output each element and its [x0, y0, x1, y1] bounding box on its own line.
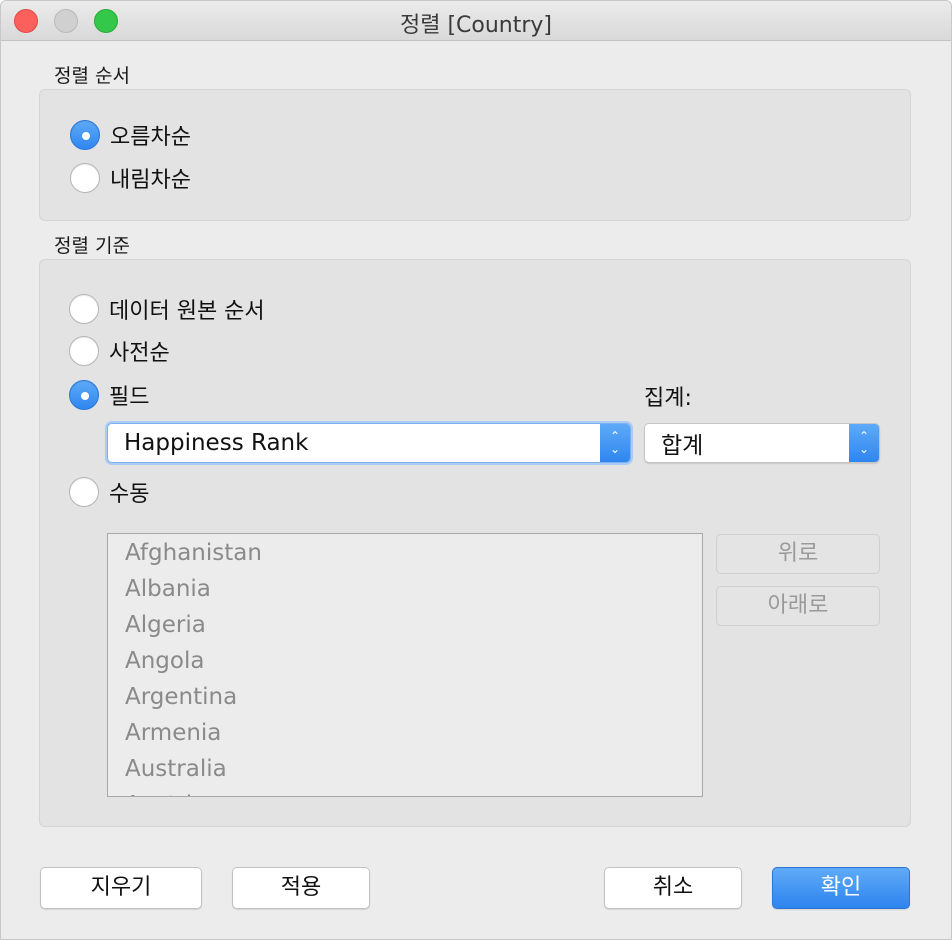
list-item[interactable]: Afghanistan	[108, 535, 702, 571]
move-down-button[interactable]: 아래로	[716, 586, 880, 626]
move-up-button[interactable]: 위로	[716, 534, 880, 574]
radio-manual-label: 수동	[109, 482, 150, 507]
radio-descending[interactable]: 내림차순	[70, 162, 191, 194]
aggregation-select-value: 합계	[661, 433, 704, 459]
manual-order-list[interactable]: Afghanistan Albania Algeria Angola Argen…	[107, 533, 703, 797]
radio-data-source-order-label: 데이터 원본 순서	[109, 299, 265, 324]
radio-field-label: 필드	[109, 385, 150, 410]
radio-data-source-order[interactable]: 데이터 원본 순서	[69, 293, 265, 325]
cancel-button[interactable]: 취소	[604, 867, 742, 909]
field-select[interactable]: Happiness Rank ⌃ ⌄	[107, 423, 631, 463]
radio-field[interactable]: 필드	[69, 379, 149, 411]
title-bar: 정렬 [Country]	[1, 1, 951, 41]
radio-manual-control[interactable]	[69, 477, 99, 507]
list-item[interactable]: Australia	[108, 751, 702, 787]
list-item[interactable]: Argentina	[108, 679, 702, 715]
radio-field-control[interactable]	[69, 380, 99, 410]
sort-order-group: 오름차순 내림차순	[39, 89, 911, 221]
field-select-value: Happiness Rank	[124, 430, 309, 456]
radio-ascending-control[interactable]	[70, 120, 100, 150]
window-title: 정렬 [Country]	[399, 13, 553, 38]
radio-data-source-order-control[interactable]	[69, 294, 99, 324]
aggregation-label: 집계:	[644, 386, 692, 411]
ok-button[interactable]: 확인	[772, 867, 910, 909]
radio-alphabetic-label: 사전순	[109, 341, 170, 366]
radio-descending-label: 내림차순	[110, 168, 191, 193]
list-item[interactable]: Austria	[108, 787, 702, 796]
updown-chevron-icon: ⌃ ⌄	[849, 424, 879, 462]
radio-alphabetic-control[interactable]	[69, 336, 99, 366]
radio-alphabetic[interactable]: 사전순	[69, 335, 170, 367]
sort-dialog: 정렬 [Country] 정렬 순서 오름차순 내림차순 정렬 기준 데이터 원…	[0, 0, 952, 940]
list-item[interactable]: Armenia	[108, 715, 702, 751]
radio-ascending-label: 오름차순	[110, 125, 191, 150]
sort-by-heading: 정렬 기준	[54, 235, 130, 257]
radio-manual[interactable]: 수동	[69, 476, 149, 508]
list-item[interactable]: Algeria	[108, 607, 702, 643]
apply-button[interactable]: 적용	[232, 867, 370, 909]
sort-order-heading: 정렬 순서	[54, 65, 130, 87]
clear-button[interactable]: 지우기	[40, 867, 202, 909]
list-item[interactable]: Albania	[108, 571, 702, 607]
updown-chevron-icon: ⌃ ⌄	[600, 424, 630, 462]
aggregation-select[interactable]: 합계 ⌃ ⌄	[644, 423, 880, 463]
radio-descending-control[interactable]	[70, 163, 100, 193]
list-item[interactable]: Angola	[108, 643, 702, 679]
radio-ascending[interactable]: 오름차순	[70, 119, 191, 151]
